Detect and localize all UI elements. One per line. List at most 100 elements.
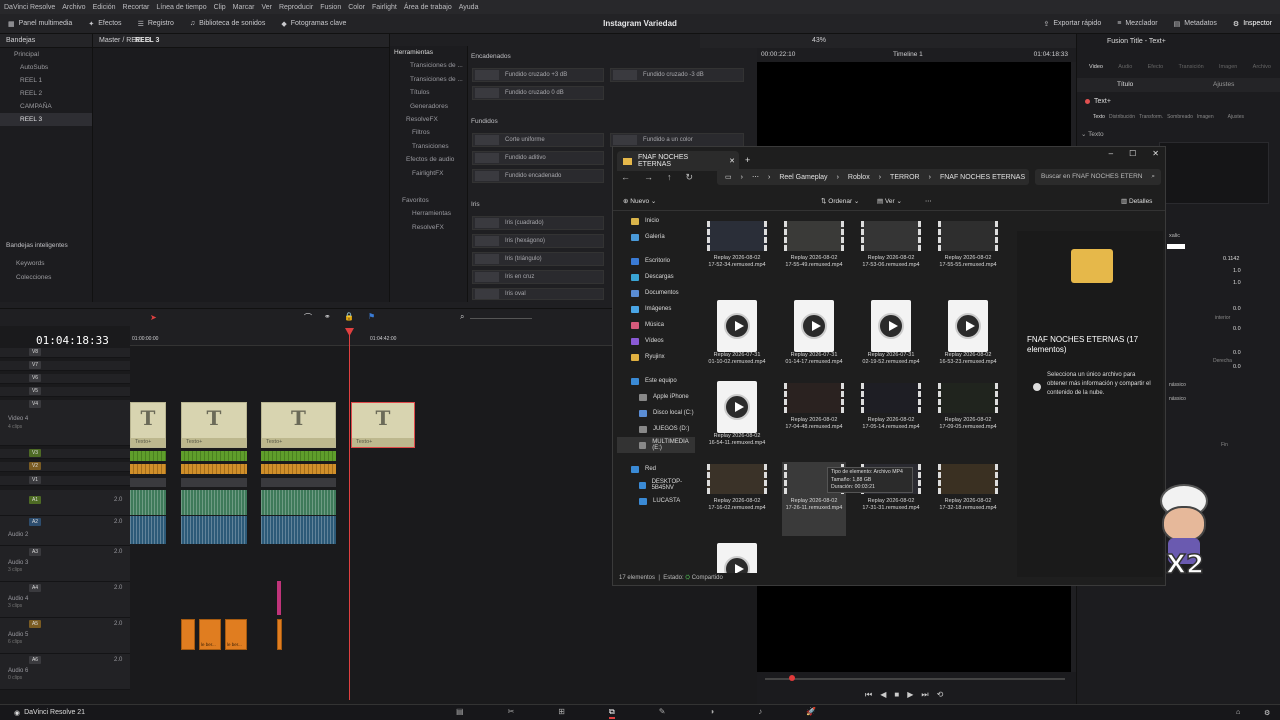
fx-tree-titles[interactable]: Títulos [394, 86, 467, 99]
a1-clip-1[interactable] [130, 490, 166, 515]
value-1[interactable]: 0.1142 [1223, 256, 1239, 262]
nav-item-7[interactable]: Vídeos [617, 333, 695, 349]
menu-marcar[interactable]: Marcar [233, 4, 255, 11]
path-2[interactable]: TERROR [890, 174, 920, 181]
a5-clip-2[interactable]: le ber... [199, 619, 221, 650]
timeline-name[interactable]: Timeline 1 [893, 51, 923, 58]
view-button[interactable]: ▤ Ver ⌄ [877, 197, 902, 205]
fx-crossfade-minus3[interactable]: Fundido cruzado -3 dB [610, 68, 744, 82]
a2-clip-2[interactable] [181, 516, 247, 544]
tab-file[interactable]: Archivo [1253, 50, 1275, 72]
tab-effect[interactable]: Efecto [1148, 50, 1164, 72]
node-tab-image[interactable]: Imagen [1197, 114, 1214, 120]
menu-timeline[interactable]: Línea de tiempo [156, 4, 206, 11]
selection-tool-icon[interactable]: ➤ [150, 313, 157, 322]
subtab-title[interactable]: Título [1117, 81, 1133, 88]
fx-chained-fade[interactable]: Fundido encadenado [472, 169, 604, 183]
text-clip-4[interactable]: T Texto+ [351, 402, 415, 448]
a2-clip-3[interactable] [261, 516, 336, 544]
forward-icon[interactable]: → [644, 172, 653, 183]
more-icon[interactable]: ⋯ [925, 197, 932, 205]
v3-clip-2[interactable] [181, 451, 247, 461]
menu-ver[interactable]: Ver [261, 4, 272, 11]
menu-clip[interactable]: Clip [214, 4, 226, 11]
nav-item-0[interactable]: Inicio [617, 213, 695, 229]
nav-item-3[interactable]: Descargas [617, 269, 695, 285]
dropdown-1[interactable]: nássico [1169, 382, 1186, 388]
fx-iris-hexagon[interactable]: Iris (hexágono) [472, 234, 604, 248]
minimize-icon[interactable]: – [1109, 149, 1113, 158]
fx-uniform-cut[interactable]: Corte uniforme [472, 133, 604, 147]
path-3[interactable]: FNAF NOCHES ETERNAS [940, 174, 1025, 181]
sort-button[interactable]: ⇅ Ordenar ⌄ [821, 197, 859, 205]
fx-iris-triangle[interactable]: Iris (triángulo) [472, 252, 604, 266]
edit-page-icon[interactable]: ⧉ [608, 707, 615, 719]
nav-item-2[interactable]: Escritorio [617, 253, 695, 269]
nav-item-10[interactable]: Apple iPhone [617, 389, 695, 405]
v3-clip-3[interactable] [261, 451, 336, 461]
a5-clip-1[interactable] [181, 619, 195, 650]
fx-tree-header[interactable]: Herramientas [394, 46, 467, 59]
fusion-page-icon[interactable]: ✎ [659, 707, 666, 719]
nav-item-4[interactable]: Documentos [617, 285, 695, 301]
tab-image[interactable]: Imagen [1219, 50, 1237, 72]
lock-icon[interactable]: 🔒 [344, 312, 354, 321]
menu-fairlight[interactable]: Fairlight [372, 4, 397, 11]
nav-item-1[interactable]: Galería [617, 229, 695, 245]
node-tab-transform[interactable]: Transform. [1139, 114, 1163, 120]
settings-icon[interactable]: ⚙ [1264, 709, 1270, 717]
v2-clip-3[interactable] [261, 464, 336, 474]
nav-item-16[interactable]: LUCASTA [617, 493, 695, 509]
fx-fav-resolvefx[interactable]: ResolveFX [394, 221, 467, 234]
new-button[interactable]: ⊕ Nuevo ⌄ [623, 197, 656, 205]
bin-campana[interactable]: CAMPAÑA [0, 100, 92, 113]
dropdown-2[interactable]: nássico [1169, 396, 1186, 402]
file-item[interactable]: Replay 2026-08-02 17-55-49.remuxed.mp4 [782, 219, 846, 293]
menu-color[interactable]: Color [348, 4, 365, 11]
menu-fusion[interactable]: Fusion [320, 4, 341, 11]
address-bar[interactable]: ▭ › ⋯ › Reel Gameplay › Roblox › TERROR › FNAF… [717, 169, 1029, 185]
text-clip-3[interactable]: T Texto+ [261, 402, 336, 448]
file-item[interactable]: Replay 2026-08-02 17-53-06.remuxed.mp4 [859, 219, 923, 293]
color-swatch[interactable] [1167, 244, 1185, 249]
menu-reproducir[interactable]: Reproducir [279, 4, 313, 11]
menu-recortar[interactable]: Recortar [123, 4, 150, 11]
a4-clip[interactable] [277, 581, 281, 615]
back-icon[interactable]: ← [621, 172, 630, 183]
details-button[interactable]: ▥ Detalles [1121, 197, 1152, 205]
text-clip-1[interactable]: T Texto+ [130, 402, 166, 448]
value-7[interactable]: 0.0 [1233, 364, 1241, 370]
fx-additive-fade[interactable]: Fundido aditivo [472, 151, 604, 165]
text-clip-2[interactable]: T Texto+ [181, 402, 247, 448]
fx-fav-tools[interactable]: Herramientas [394, 207, 467, 220]
play-icon[interactable]: ▶ [907, 690, 913, 700]
text-section[interactable]: ⌄ Texto [1081, 130, 1104, 138]
fx-tree-transitions[interactable]: Transiciones [394, 140, 467, 153]
menu-workspace[interactable]: Área de trabajo [404, 4, 452, 11]
bin-reel1[interactable]: REEL 1 [0, 74, 92, 87]
node-tab-shading[interactable]: Sombreado [1167, 114, 1193, 120]
nav-item-12[interactable]: JUEGOS (D:) [617, 421, 695, 437]
cut-page-icon[interactable]: ✂ [508, 707, 515, 719]
snap-icon[interactable]: ⌒ [304, 312, 312, 323]
fx-iris-square[interactable]: Iris (cuadrado) [472, 216, 604, 230]
file-item[interactable]: Replay 2026-08-02 17-16-02.remuxed.mp4 [705, 462, 769, 536]
file-item[interactable]: Replay 2026-08-02 16-53-23.remuxed.mp4 [936, 300, 1000, 374]
close-tab-icon[interactable]: ✕ [729, 157, 735, 165]
nav-item-6[interactable]: Música [617, 317, 695, 333]
mixer-button[interactable]: ≡ Mezclador [1109, 20, 1165, 28]
nav-item-8[interactable]: Ryujinx [617, 349, 695, 365]
edit-index-button[interactable]: ☰ Registro [130, 20, 182, 28]
value-6[interactable]: 0.0 [1233, 350, 1241, 356]
file-item[interactable]: Replay 2026-08-02 17-55-55.remuxed.mp4 [936, 219, 1000, 293]
fx-tree-fairlightfx[interactable]: FairlightFX [394, 167, 467, 180]
file-item[interactable]: Replay 2026-08-02 17-32-18.remuxed.mp4 [936, 462, 1000, 536]
a2-clip-1[interactable] [130, 516, 166, 544]
fx-tree-generators[interactable]: Generadores [394, 100, 467, 113]
bin-autosubs[interactable]: AutoSubs [0, 61, 92, 74]
value-3[interactable]: 1.0 [1233, 280, 1241, 286]
nav-item-11[interactable]: Disco local (C:) [617, 405, 695, 421]
search-box[interactable]: Buscar en FNAF NOCHES ETERN ⌕ [1035, 169, 1161, 185]
value-5[interactable]: 0.0 [1233, 326, 1241, 332]
zoom-search-icon[interactable]: ⌕ [460, 312, 464, 322]
